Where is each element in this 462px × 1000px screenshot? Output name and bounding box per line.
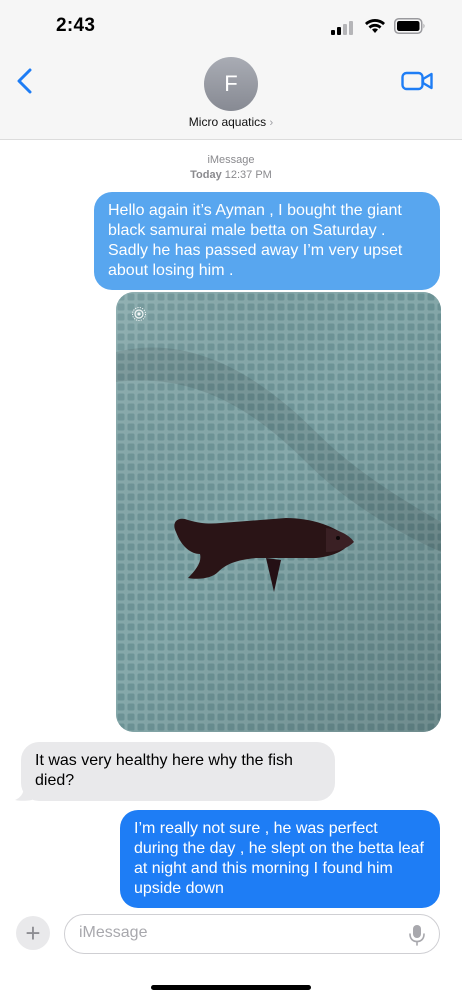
thread-timestamp: iMessage Today 12:37 PM xyxy=(0,153,462,183)
cellular-signal-icon xyxy=(331,21,353,35)
conversation-header: F Micro aquatics › xyxy=(0,50,462,140)
outgoing-message-bubble[interactable]: I’m really not sure , he was perfect dur… xyxy=(120,810,440,908)
status-bar: 2:43 xyxy=(0,0,462,50)
fish-on-towel-photo xyxy=(116,292,441,732)
microphone-icon[interactable] xyxy=(408,924,426,946)
avatar-initial: F xyxy=(224,71,238,96)
incoming-message-bubble[interactable]: It was very healthy here why the fish di… xyxy=(21,742,335,801)
live-photo-icon xyxy=(132,307,146,321)
timestamp-time: 12:37 PM xyxy=(224,169,272,181)
wifi-icon xyxy=(365,19,385,33)
photo-message[interactable] xyxy=(116,292,441,732)
battery-icon xyxy=(394,18,425,34)
video-camera-icon[interactable] xyxy=(401,70,433,92)
contact-avatar[interactable]: F xyxy=(204,57,258,111)
timestamp-day: Today xyxy=(190,169,222,181)
message-input-field[interactable] xyxy=(64,914,440,954)
incoming-bubble-tail xyxy=(15,782,32,801)
back-chevron-icon[interactable] xyxy=(14,68,36,94)
chevron-right-icon: › xyxy=(269,117,274,129)
timestamp-line: Today 12:37 PM xyxy=(0,168,462,183)
contact-name: Micro aquatics xyxy=(188,115,267,129)
add-attachment-button[interactable]: + xyxy=(16,916,50,950)
status-time: 2:43 xyxy=(56,15,96,36)
outgoing-message-bubble[interactable]: Hello again it’s Ayman , I bought the gi… xyxy=(94,192,440,290)
message-input[interactable] xyxy=(79,924,399,942)
service-label: iMessage xyxy=(207,154,255,166)
home-indicator[interactable] xyxy=(151,985,311,990)
contact-name-button[interactable]: Micro aquatics › xyxy=(0,115,462,129)
